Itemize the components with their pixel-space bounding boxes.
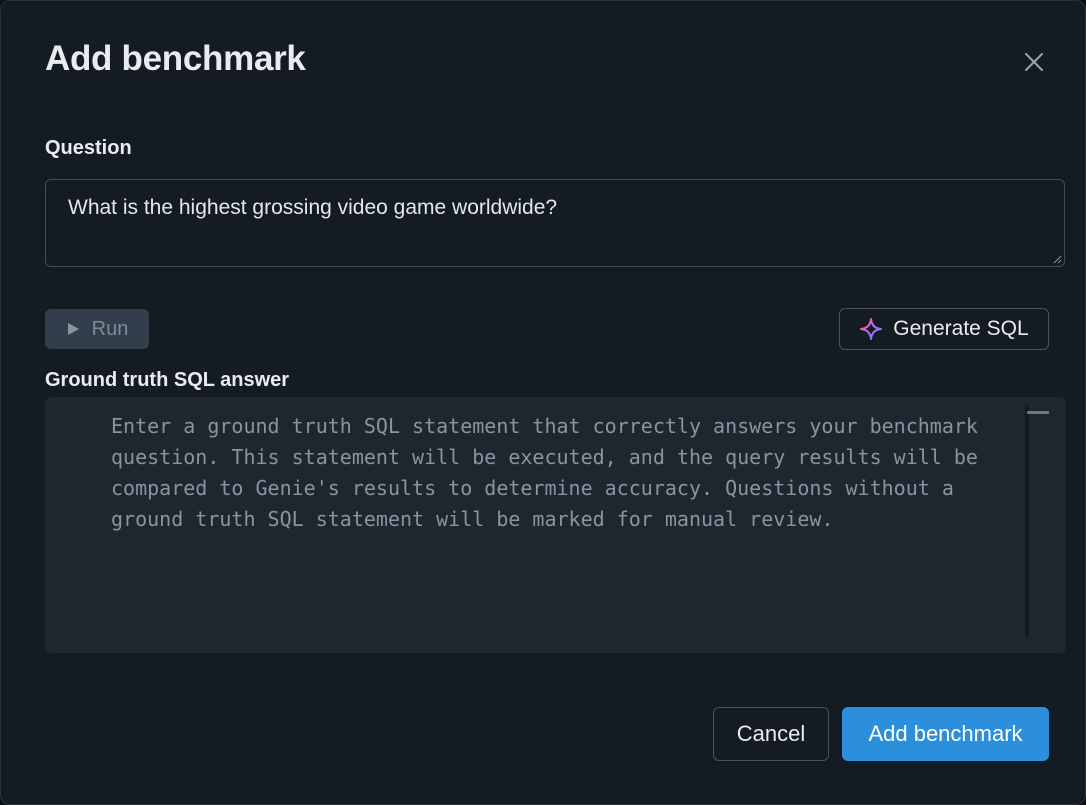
play-icon [67,323,79,335]
sql-editor[interactable]: Enter a ground truth SQL statement that … [45,397,1066,653]
generate-sql-button[interactable]: Generate SQL [839,308,1049,350]
cancel-button[interactable]: Cancel [713,707,829,761]
question-text: What is the highest grossing video game … [68,196,558,219]
generate-sql-label: Generate SQL [893,317,1029,340]
editor-scrollbar[interactable] [1025,405,1029,637]
dialog-title: Add benchmark [45,39,306,78]
sql-editor-placeholder: Enter a ground truth SQL statement that … [111,414,978,531]
add-benchmark-button[interactable]: Add benchmark [842,707,1049,761]
close-button[interactable] [1017,45,1051,79]
resize-grip-icon[interactable] [1052,254,1062,264]
run-button-label: Run [91,317,129,340]
close-icon [1025,53,1043,71]
cancel-button-label: Cancel [736,721,806,746]
editor-overview-ruler-mark [1027,411,1049,414]
question-input[interactable]: What is the highest grossing video game … [45,179,1065,267]
question-label: Question [45,137,132,159]
add-benchmark-button-label: Add benchmark [868,721,1023,746]
sql-answer-label: Ground truth SQL answer [45,369,290,391]
run-button[interactable]: Run [45,309,149,349]
add-benchmark-dialog: Add benchmark Question What is the highe… [0,0,1086,805]
sparkle-icon [860,318,883,340]
